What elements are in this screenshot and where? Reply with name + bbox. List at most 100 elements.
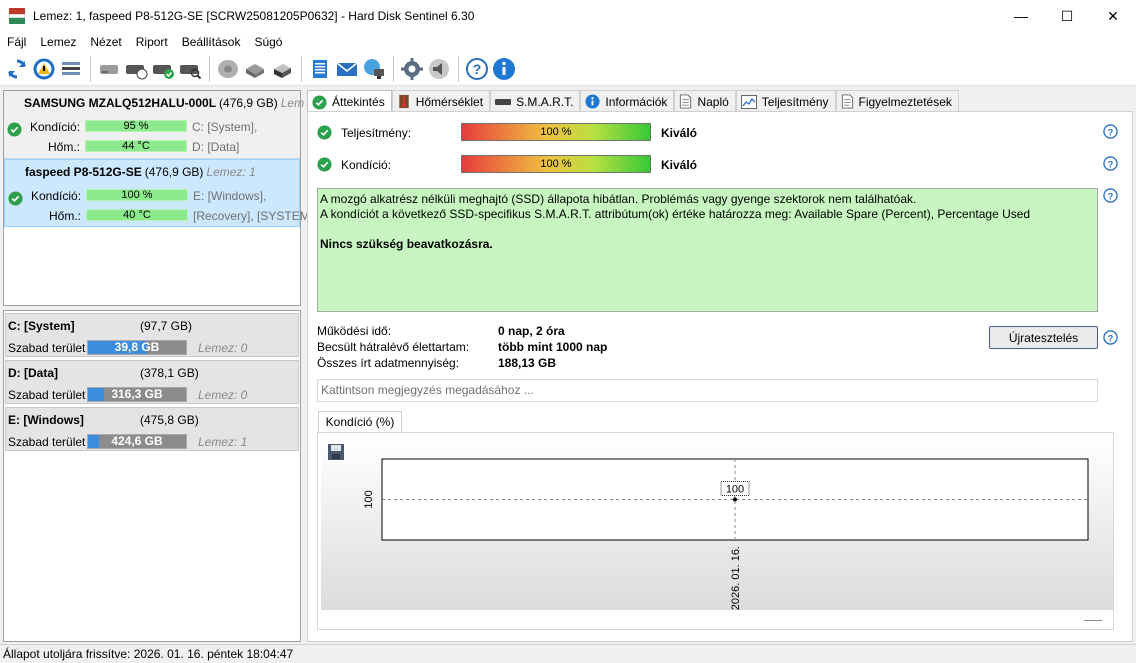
disk-number: Lem: [280, 96, 305, 110]
refresh-warning-icon[interactable]: [31, 55, 57, 83]
document-icon: [679, 94, 692, 109]
tab-alerts[interactable]: Figyelmeztetések: [835, 90, 959, 112]
usb-disk-icon[interactable]: [242, 55, 268, 83]
help-icon[interactable]: ?: [1103, 188, 1119, 204]
app-logo-icon: [9, 8, 25, 24]
network-icon[interactable]: [361, 55, 387, 83]
retest-button[interactable]: Újratesztelés: [989, 326, 1098, 349]
disk-name: faspeed P8-512G-SE: [25, 165, 142, 179]
tab-performance[interactable]: Teljesítmény: [735, 90, 836, 112]
disk-gray-icon[interactable]: [96, 55, 122, 83]
tab-temperature[interactable]: Hőmérséklet: [391, 90, 491, 112]
menu-help[interactable]: Súgó: [249, 35, 287, 49]
svg-text:?: ?: [1108, 333, 1114, 343]
maximize-button[interactable]: ☐: [1044, 0, 1090, 32]
disk-card-0[interactable]: SAMSUNG MZALQ512HALU-000L (476,9 GB) Lem K…: [4, 91, 304, 159]
speaker-icon[interactable]: [426, 55, 452, 83]
tab-label: Napló: [697, 94, 729, 109]
ok-check-icon: [312, 94, 327, 110]
partition-label: E: [Windows],: [193, 189, 267, 203]
disk-icon: [495, 97, 512, 107]
tab-strip: Áttekintés Hőmérséklet S.M.A.R.T. Inform…: [307, 90, 959, 113]
lifetime-value: több mint 1000 nap: [498, 340, 608, 354]
disk-card-1[interactable]: faspeed P8-512G-SE (476,9 GB) Lemez: 1 Kon…: [4, 159, 310, 227]
thermometer-icon: [397, 94, 411, 109]
tab-label: S.M.A.R.T.: [516, 94, 574, 109]
health-label: Kondíció:: [30, 120, 81, 134]
performance-rating: Kiváló: [661, 126, 698, 140]
chart-tab-condition[interactable]: Kondíció (%): [318, 411, 402, 433]
written-label: Összes írt adatmennyiség:: [317, 356, 460, 370]
temp-label: Hőm.:: [49, 209, 82, 223]
disk-platter-icon[interactable]: [215, 55, 241, 83]
health-bar: 95 %: [85, 120, 187, 132]
menu-view[interactable]: Nézet: [85, 35, 126, 49]
free-space-value: 424,6 GB: [111, 434, 163, 448]
menu-disk[interactable]: Lemez: [35, 35, 81, 49]
temp-bar: 44 °C: [85, 140, 187, 152]
volume-size: (378,1 GB): [140, 366, 199, 380]
help-icon[interactable]: ?: [1103, 124, 1119, 140]
x-tick-label: 2026. 01. 16.: [730, 546, 742, 610]
disk-search-icon[interactable]: [177, 55, 203, 83]
condition-label: Kondíció:: [341, 158, 392, 172]
volume-item[interactable]: E: [Windows] (475,8 GB) Szabad terület 4…: [5, 407, 299, 451]
menu-file[interactable]: Fájl: [2, 35, 31, 49]
data-point: [733, 497, 737, 502]
gear-icon[interactable]: [399, 55, 425, 83]
tab-overview[interactable]: Áttekintés: [307, 90, 392, 113]
temp-bar: 40 °C: [86, 209, 188, 221]
close-button[interactable]: ✕: [1090, 0, 1136, 32]
tab-label: Hőmérséklet: [415, 94, 484, 109]
partition-label: C: [System],: [192, 120, 258, 134]
disk-check-icon[interactable]: [150, 55, 176, 83]
toolbar: ?: [0, 52, 1136, 86]
note-input[interactable]: Kattintson megjegyzés megadásához ...: [317, 379, 1098, 402]
uptime-value: 0 nap, 2 óra: [498, 324, 565, 338]
menu-settings[interactable]: Beállítások: [177, 35, 246, 49]
help-icon[interactable]: ?: [1103, 156, 1119, 172]
volume-item[interactable]: D: [Data] (378,1 GB) Szabad terület 316,…: [5, 360, 299, 404]
minimize-button[interactable]: —: [998, 0, 1044, 32]
health-label: Kondíció:: [31, 189, 82, 203]
performance-label: Teljesítmény:: [341, 126, 412, 140]
tab-smart[interactable]: S.M.A.R.T.: [490, 90, 581, 112]
chart-svg: 100 100 2026. 01. 16.: [363, 458, 1089, 610]
svg-text:?: ?: [1108, 159, 1114, 169]
disk-name: SAMSUNG MZALQ512HALU-000L: [24, 96, 217, 110]
refresh-icon[interactable]: [4, 55, 30, 83]
scrollbar-thumb[interactable]: [1084, 620, 1102, 621]
ok-check-icon: [317, 125, 332, 143]
disk-size: (476,9 GB): [144, 165, 204, 179]
disk-clock-icon[interactable]: [123, 55, 149, 83]
help-icon[interactable]: ?: [464, 55, 490, 83]
written-value: 188,13 GB: [498, 356, 557, 370]
title-bar: Lemez: 1, faspeed P8-512G-SE [SCRW250812…: [0, 0, 1136, 32]
info-icon[interactable]: [491, 55, 517, 83]
disk-list-icon[interactable]: [58, 55, 84, 83]
disk-size: (476,9 GB): [219, 96, 278, 110]
external-disk-icon[interactable]: [269, 55, 295, 83]
status-message-box: A mozgó alkatrész nélküli meghajtó (SSD)…: [317, 188, 1098, 312]
status-message-line: A mozgó alkatrész nélküli meghajtó (SSD)…: [320, 192, 917, 206]
tab-label: Áttekintés: [332, 95, 385, 109]
tab-label: Információk: [605, 94, 668, 109]
tab-information[interactable]: Információk: [580, 90, 675, 112]
y-tick-label: 100: [363, 490, 375, 508]
volume-name: D: [Data]: [8, 366, 58, 380]
volume-disk-number: Lemez: 0: [198, 388, 248, 402]
email-icon[interactable]: [334, 55, 360, 83]
ok-check-icon: [8, 191, 23, 209]
partition-label: D: [Data]: [192, 140, 240, 154]
condition-rating: Kiváló: [661, 158, 698, 172]
info-icon: [585, 94, 600, 109]
tab-log[interactable]: Napló: [674, 90, 736, 112]
condition-bar: 100 %: [461, 155, 651, 173]
window-title: Lemez: 1, faspeed P8-512G-SE [SCRW250812…: [33, 9, 475, 23]
report-icon[interactable]: [307, 55, 333, 83]
menu-report[interactable]: Riport: [131, 35, 173, 49]
volume-item[interactable]: C: [System] (97,7 GB) Szabad terület 39,…: [5, 313, 299, 357]
help-icon[interactable]: ?: [1103, 330, 1119, 346]
disk-list-panel: SAMSUNG MZALQ512HALU-000L (476,9 GB) Lem K…: [3, 90, 310, 306]
partition-label: [Recovery], [SYSTEM: [193, 209, 310, 223]
